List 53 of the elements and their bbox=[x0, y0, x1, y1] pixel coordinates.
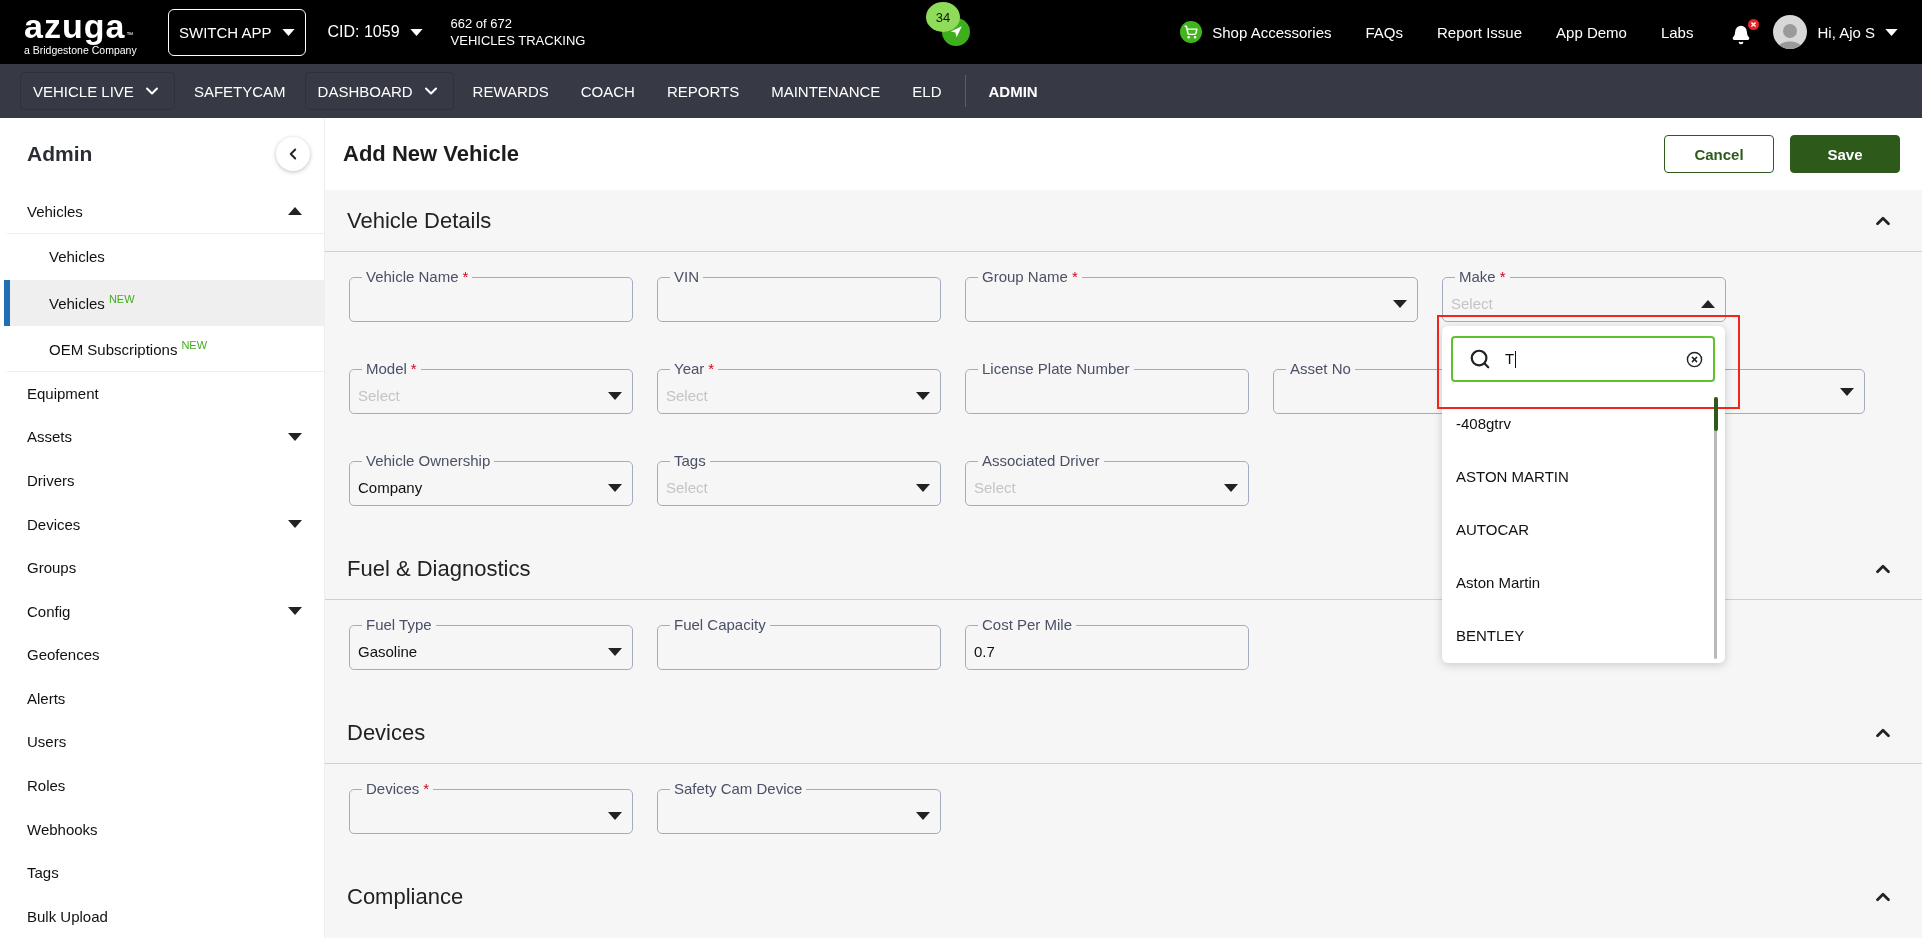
section-title: Vehicle Details bbox=[347, 207, 492, 234]
select-field[interactable]: Fuel Type Gasoline bbox=[349, 616, 633, 670]
input-field[interactable]: Vehicle Name * bbox=[349, 268, 633, 322]
top-link[interactable]: Labs bbox=[1660, 23, 1694, 41]
nav-tab[interactable]: ELD bbox=[899, 73, 955, 109]
dropdown-option[interactable]: Aston Martin bbox=[1442, 556, 1725, 609]
clear-icon[interactable] bbox=[1686, 350, 1703, 368]
tracking-text: VEHICLES TRACKING bbox=[450, 32, 586, 49]
nav-tab[interactable]: SAFETYCAM bbox=[180, 73, 299, 109]
sidebar-item[interactable]: Vehicles $^{NEW}$ bbox=[4, 279, 324, 326]
select-field[interactable]: Vehicle Ownership Company bbox=[349, 452, 633, 506]
dropdown-option[interactable]: AUTOCAR bbox=[1442, 503, 1725, 556]
nav-tab[interactable]: ADMIN bbox=[975, 73, 1051, 109]
dropdown-option[interactable]: BENTLEY bbox=[1442, 609, 1725, 662]
section-title: Compliance bbox=[347, 883, 464, 910]
input-field[interactable]: License Plate Number bbox=[965, 360, 1249, 414]
select-field[interactable]: Devices * bbox=[349, 780, 633, 834]
nav-tab[interactable]: REWARDS bbox=[459, 73, 562, 109]
select-field[interactable]: Safety Cam Device bbox=[657, 780, 941, 834]
top-link[interactable]: FAQs bbox=[1365, 23, 1403, 41]
switch-app-button[interactable]: SWITCH APP bbox=[168, 8, 306, 56]
notification-bell-icon[interactable] bbox=[1731, 19, 1760, 45]
caret-icon bbox=[1885, 28, 1898, 36]
logo: azuga bbox=[24, 8, 126, 43]
dropdown-option[interactable]: ASTON MARTIN bbox=[1442, 450, 1725, 503]
avatar-icon[interactable] bbox=[1773, 15, 1808, 49]
nav-tab[interactable]: MAINTENANCE bbox=[758, 73, 894, 109]
top-link[interactable]: Shop Accessories bbox=[1212, 23, 1332, 41]
nav-tab[interactable]: VEHICLE LIVE bbox=[20, 72, 175, 110]
section-title: Devices bbox=[347, 719, 426, 746]
input-field[interactable]: Fuel Capacity bbox=[657, 616, 941, 670]
sidebar-title: Admin bbox=[27, 142, 93, 166]
vehicle-count-badge[interactable]: 34 bbox=[926, 2, 960, 32]
page-title: Add New Vehicle bbox=[343, 141, 520, 167]
collapse-button[interactable] bbox=[276, 137, 310, 171]
user-menu[interactable]: Hi, Ajo S bbox=[1817, 23, 1898, 41]
nav-tab[interactable]: REPORTS bbox=[653, 73, 753, 109]
caret-icon bbox=[409, 28, 423, 36]
section-title: Fuel & Diagnostics bbox=[347, 555, 531, 582]
scrollbar[interactable] bbox=[1714, 397, 1717, 659]
top-link[interactable]: Report Issue bbox=[1437, 23, 1523, 41]
nav-tab[interactable]: COACH bbox=[567, 73, 648, 109]
search-icon bbox=[1469, 348, 1491, 370]
top-link[interactable]: App Demo bbox=[1556, 23, 1627, 41]
caret-icon bbox=[281, 28, 295, 36]
nav-tab[interactable]: DASHBOARD bbox=[304, 72, 454, 110]
cid-selector[interactable]: CID: 1059 bbox=[327, 23, 423, 41]
tracking-text: 662 of 672 bbox=[450, 15, 513, 32]
save-button[interactable]: Save bbox=[1790, 135, 1900, 173]
cart-icon bbox=[1180, 21, 1203, 43]
input-field[interactable]: Cost Per Mile 0.7 bbox=[965, 616, 1249, 670]
cancel-button[interactable]: Cancel bbox=[1664, 135, 1774, 173]
search-field[interactable]: T bbox=[1451, 336, 1715, 382]
